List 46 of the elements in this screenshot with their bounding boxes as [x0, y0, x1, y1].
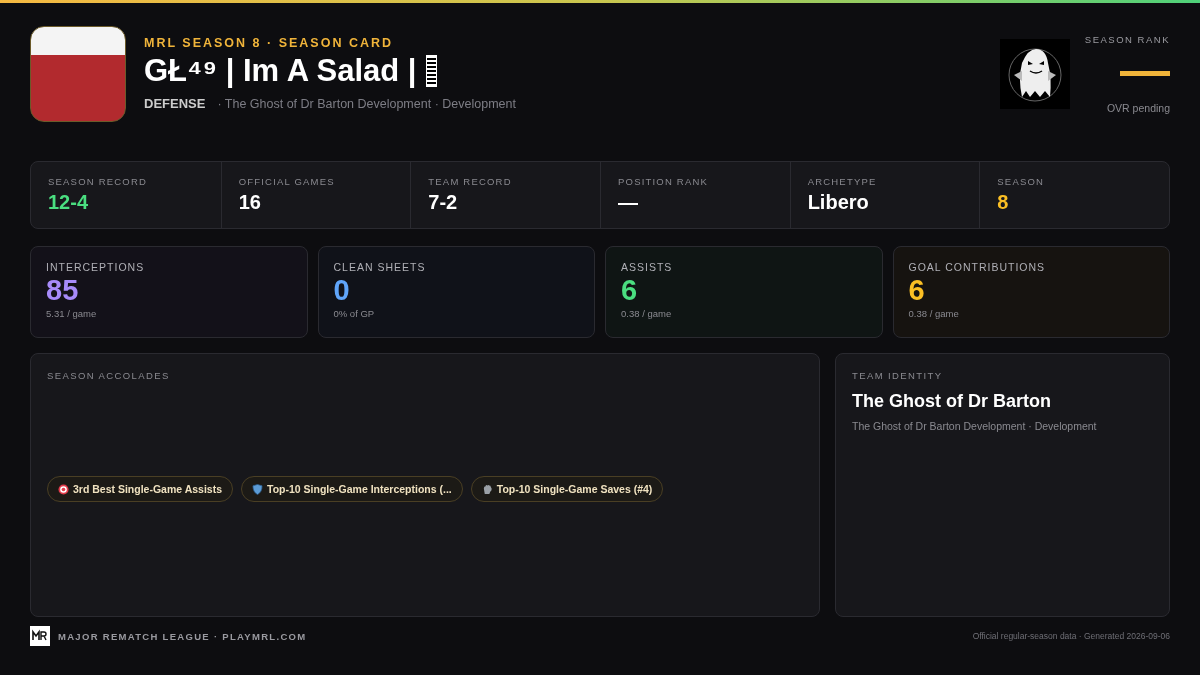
stat-label: TEAM RECORD: [428, 176, 513, 187]
stat-label: GOAL CONTRIBUTIONS: [908, 261, 1047, 273]
team-subtitle: The Ghost of Dr Barton Development · Development: [852, 420, 1098, 432]
stat-rate-text: 0.38 / game: [621, 307, 673, 319]
target-icon: [58, 483, 69, 495]
season-rank-label: SEASON RANK: [1084, 33, 1170, 45]
league-brand-text: MAJOR REMATCH LEAGUE · PLAYMRL.COM: [58, 630, 307, 642]
stat-label: CLEAN SHEETS: [333, 261, 427, 273]
stat-rate-text: 0% of GP: [333, 307, 376, 319]
team-text: · The Ghost of Dr Barton Development · Development: [217, 97, 516, 112]
player-name: GŁ⁴⁹ | Im A Salad |: [144, 53, 417, 89]
stat-label: OFFICIAL GAMES: [238, 176, 336, 187]
stat-value: 12-4: [48, 191, 90, 214]
shield-icon: [252, 483, 263, 495]
stat-label: SEASON RECORD: [48, 176, 148, 187]
stat-value: Libero: [807, 191, 870, 214]
ovr-pending-text: OVR pending: [1106, 101, 1170, 114]
stat-label: POSITION RANK: [618, 176, 710, 187]
panel-title: SEASON ACCOLADES: [47, 370, 171, 381]
eyebrow-text: MRL SEASON 8 · SEASON CARD: [144, 35, 394, 50]
stat-value: —: [618, 191, 639, 214]
team-name: The Ghost of Dr Barton: [852, 391, 1052, 412]
stat-value: 85: [46, 273, 80, 308]
generated-note: Official regular-season data · Generated 2026-09-06: [972, 631, 1170, 641]
mrl-logo-icon: [30, 626, 50, 646]
accolade-badge: Top-10 Single-Game Interceptions (...: [241, 476, 463, 502]
stat-label: SEASON: [997, 176, 1046, 187]
stat-value: 6: [621, 273, 639, 308]
stat-rate-text: 0.38 / game: [908, 307, 960, 319]
rank-placeholder-bar: [1120, 70, 1170, 76]
accolade-badge: 3rd Best Single-Game Assists: [47, 476, 233, 502]
stat-label: ARCHETYPE: [807, 176, 878, 187]
stat-value: 8: [997, 191, 1010, 214]
accolade-badge: Top-10 Single-Game Saves (#4): [470, 476, 664, 502]
stat-value: 0: [333, 273, 351, 308]
position-text: DEFENSE: [144, 96, 206, 112]
ghost-logo-icon: [1000, 38, 1070, 109]
panel-title: TEAM IDENTITY: [852, 370, 944, 381]
glove-icon: [481, 483, 493, 495]
stat-rate-text: 5.31 / game: [46, 307, 98, 319]
stat-value: 7-2: [428, 191, 459, 214]
stat-value: 16: [238, 191, 262, 214]
stat-value: 6: [908, 273, 926, 308]
missing-glyph-icon: [426, 55, 438, 87]
stat-label: INTERCEPTIONS: [46, 261, 146, 273]
stat-label: ASSISTS: [621, 261, 674, 273]
